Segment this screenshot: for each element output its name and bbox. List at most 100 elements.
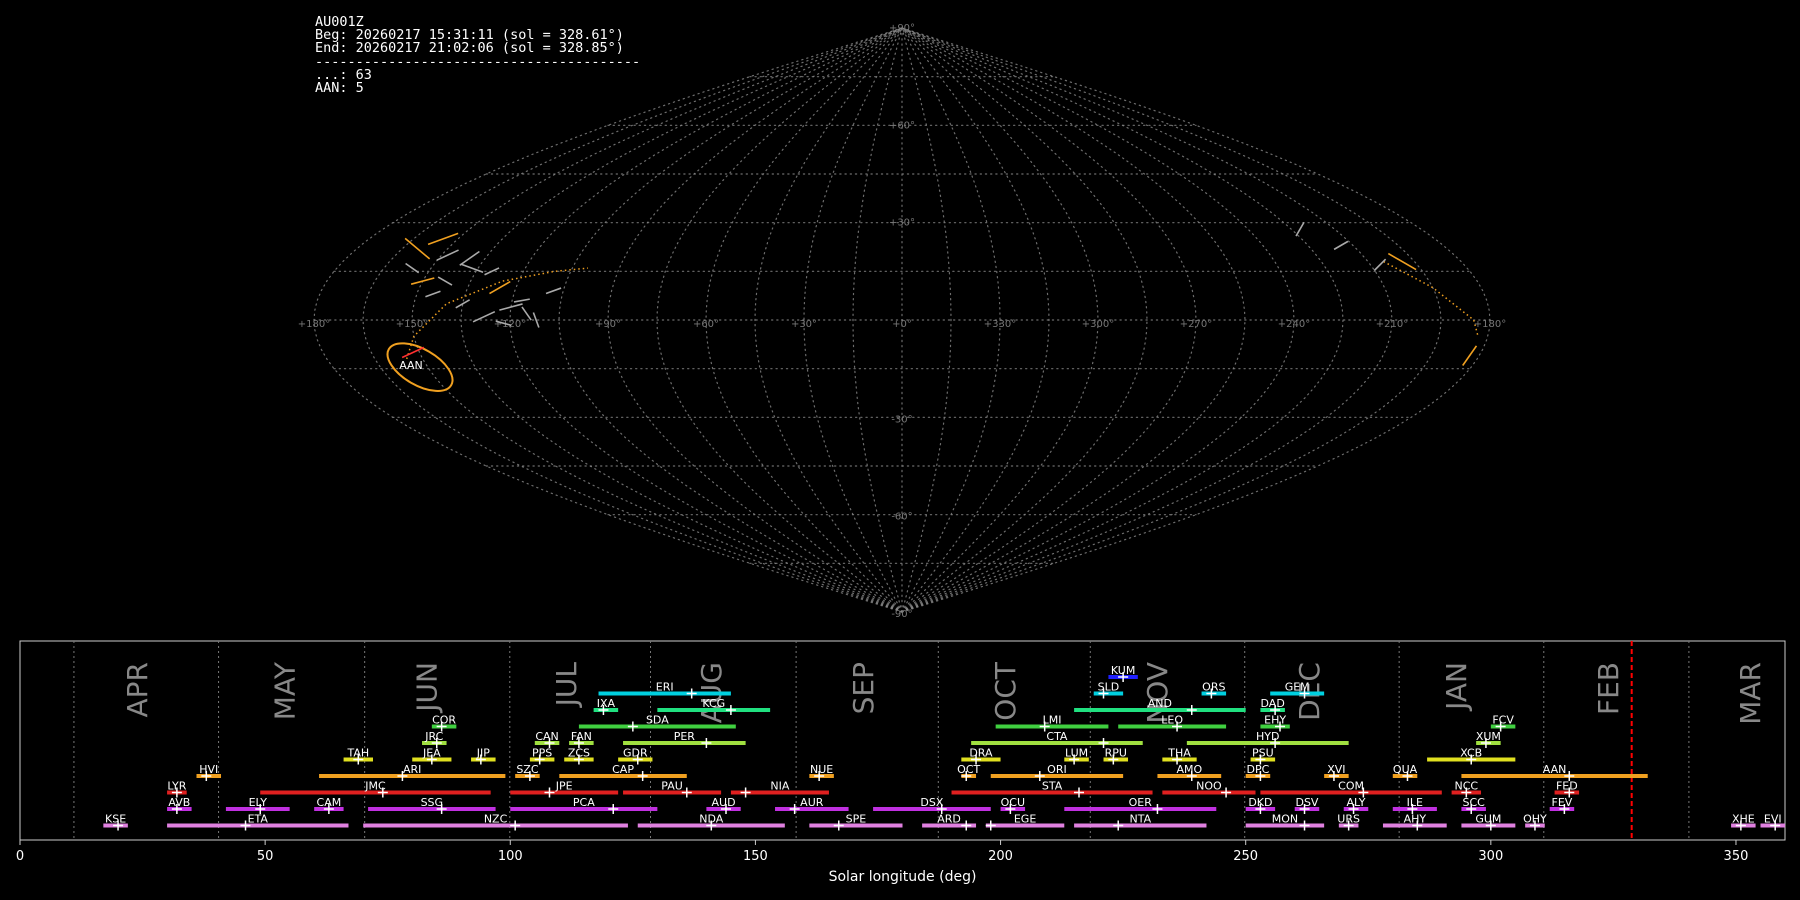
shower-code: COM [1338,780,1364,793]
latitude-label: -60° [891,512,912,523]
shower-code: LMI [1043,714,1062,727]
month-label: OCT [989,661,1022,721]
shower-code: NZC [484,813,508,826]
shower-code: ORS [1202,681,1225,694]
x-tick-label: 0 [16,849,24,864]
shower-code: JPE [555,780,573,793]
x-tick-label: 100 [498,849,523,864]
shower-code: CAN [535,730,558,743]
shower-code: FCV [1492,714,1514,727]
shower-code: COR [432,714,456,727]
shower-code: SSG [421,796,444,809]
shower-code: EVI [1764,813,1782,826]
meteor-radiant [1295,221,1305,237]
latitude-label: +60° [889,120,915,131]
month-label: APR [121,662,154,718]
shower-code: DSX [920,796,943,809]
shower-code: NTA [1129,813,1151,826]
x-tick-label: 350 [1724,849,1749,864]
shower-code: DSV [1295,796,1318,809]
longitude-label: +180° [1474,319,1506,330]
x-tick-label: 300 [1478,849,1503,864]
shower-code: XUM [1476,730,1501,743]
meteor-radiant [1373,258,1387,272]
longitude-label: +270° [1180,319,1212,330]
shower-code: SLD [1098,681,1120,694]
longitude-label: +30° [791,319,817,330]
shower-code: RPU [1105,747,1127,760]
shower-code: JMC [364,780,386,793]
shower-code: FAN [571,730,592,743]
x-axis-label: Solar longitude (deg) [829,869,977,885]
x-tick-label: 50 [257,849,274,864]
shower-code: ARI [403,763,421,776]
shower-code: AHY [1404,813,1427,826]
shower-code: URS [1337,813,1360,826]
sky-map: +180° +150° +120° +90° +60° +30° +0° +330° +300°… [298,23,1506,620]
shower-code: ALY [1347,796,1366,809]
shower-code: XVI [1327,763,1345,776]
meteor-radiant [513,298,530,303]
shower-code: ORI [1047,763,1067,776]
meteor-radiant [427,232,459,246]
x-tick-label: 200 [988,849,1013,864]
latitude-label: +90° [889,23,915,34]
longitude-label: +90° [595,319,621,330]
meteor-radiant [404,237,431,260]
shower-code: DPC [1247,763,1270,776]
shower-code: AND [1148,697,1172,710]
month-label: JAN [1440,662,1473,712]
longitude-label: +300° [1082,319,1114,330]
shower-code: SDA [646,714,669,727]
shower-code: AMO [1176,763,1202,776]
radiant-map-and-shower-timeline: +180° +150° +120° +90° +60° +30° +0° +330° +300°… [16,23,1786,885]
aan-radiant-label: AAN [399,359,423,372]
shower-code: PAU [661,780,683,793]
meteor-radiant [455,299,471,309]
shower-code: AUR [800,796,824,809]
shower-code: ZCS [568,747,590,760]
shower-timeline: APR MAY JUN JUL AUG SEP OCT NOV DEC JAN FEB MARKUME… [16,640,1786,885]
shower-code: LEO [1161,714,1183,727]
shower-code: XHE [1732,813,1755,826]
shower-code: SZC [516,763,539,776]
meteor-radiant [436,249,459,261]
longitude-label: +0° [892,319,912,330]
longitude-label: +240° [1278,319,1310,330]
shower-code: JRC [424,730,443,743]
shower-code: ERI [656,681,674,694]
x-tick-label: 250 [1233,849,1258,864]
meteor-radiant [425,290,441,298]
shower-code: STA [1042,780,1063,793]
shower-code: THA [1167,747,1191,760]
shower-code: NIA [770,780,789,793]
meteor-radiant [545,287,562,295]
meteor-radiant [489,280,511,295]
shower-code: FED [1556,780,1578,793]
meteor-radiant [437,276,453,286]
shower-code: ETA [248,813,269,826]
shower-code: JEA [422,747,441,760]
x-tick-label: 150 [743,849,768,864]
month-label: MAR [1734,662,1767,725]
shower-code: HVI [199,763,218,776]
shower-code: JIP [476,747,490,760]
shower-code: AVB [168,796,190,809]
month-label: JUL [550,662,583,709]
shower-code: CAP [612,763,634,776]
meteor-radiant [410,277,435,285]
shower-code: NOO [1196,780,1222,793]
shower-code: GDR [623,747,648,760]
shower-code: DAD [1261,697,1285,710]
meteor-radiant [459,250,480,266]
shower-code: PER [674,730,696,743]
shower-code: EHY [1264,714,1286,727]
orbit-path [405,267,589,360]
meteor-radiant [401,346,425,359]
shower-code: DRA [969,747,993,760]
longitude-label: +330° [984,319,1016,330]
shower-code: GUM [1475,813,1501,826]
month-label: JUN [410,662,443,714]
meteor-radiant [1333,240,1349,251]
shower-code: XCB [1460,747,1482,760]
